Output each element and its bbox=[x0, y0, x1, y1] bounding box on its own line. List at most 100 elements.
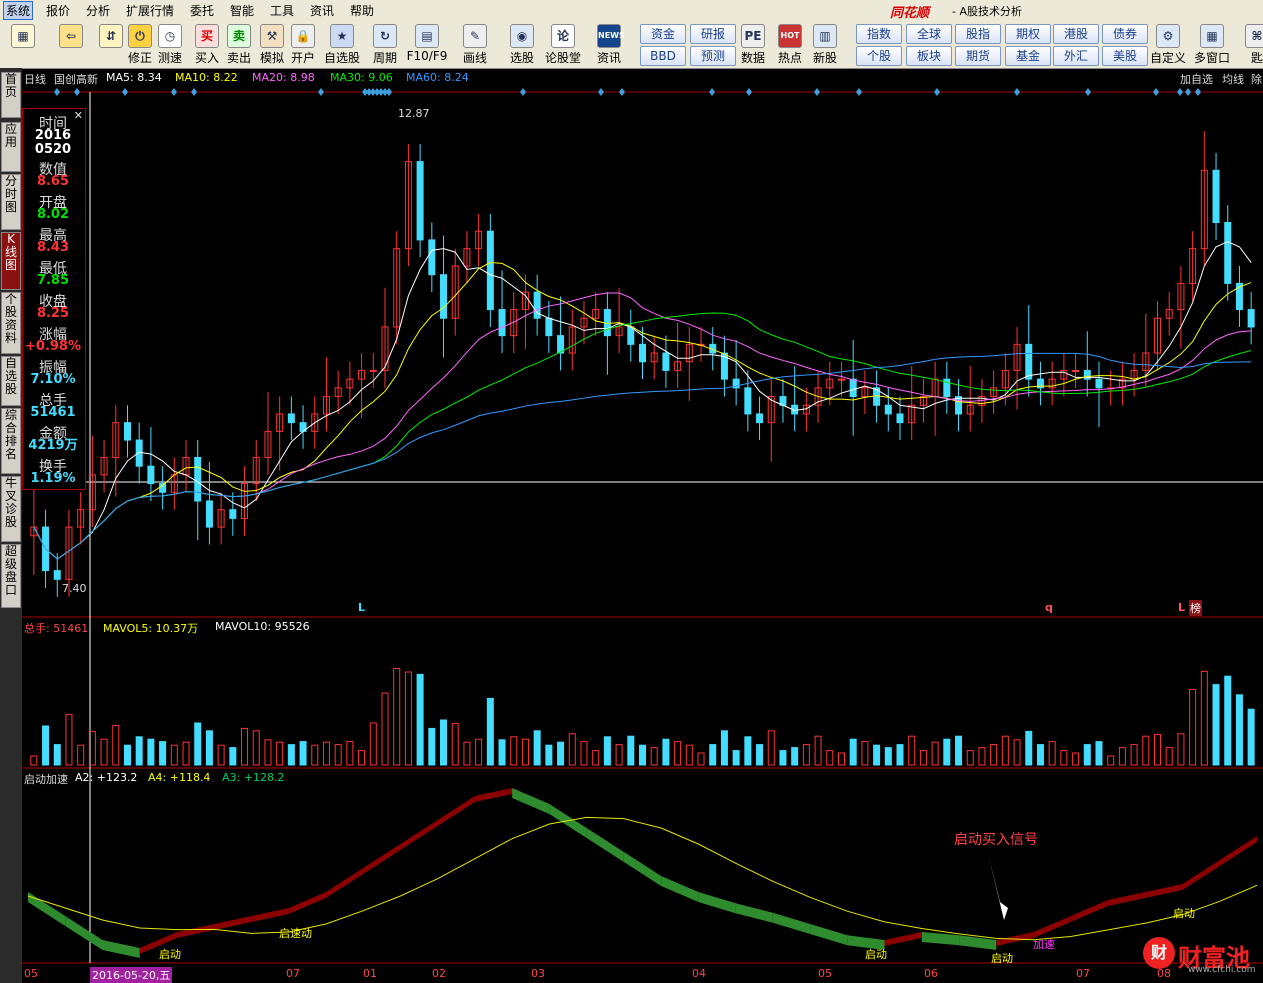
menu-quote[interactable]: 报价 bbox=[46, 2, 70, 19]
clock-icon: ◷ bbox=[158, 24, 182, 48]
candle-body bbox=[416, 161, 424, 241]
market-button-外汇[interactable]: 外汇 bbox=[1053, 46, 1099, 66]
side-tab-0[interactable]: 首页 bbox=[1, 72, 21, 118]
clock-tool-button[interactable]: ◷ 测速 bbox=[155, 22, 185, 66]
candle-body bbox=[837, 378, 845, 381]
side-tab-7[interactable]: 牛叉诊股 bbox=[1, 476, 21, 542]
menu-trade[interactable]: 委托 bbox=[190, 2, 214, 19]
signal-diamond-icon bbox=[1153, 88, 1159, 96]
average-line-button[interactable]: 均线 bbox=[1222, 71, 1244, 87]
menu-help[interactable]: 帮助 bbox=[350, 2, 374, 19]
indicator-signal-line bbox=[27, 816, 1258, 941]
market-button-板块[interactable]: 板块 bbox=[906, 46, 952, 66]
volume-bar bbox=[65, 714, 73, 766]
volume-bar bbox=[814, 735, 822, 766]
menu-analysis[interactable]: 分析 bbox=[86, 2, 110, 19]
candle-body bbox=[135, 439, 143, 467]
hot-tool-button[interactable]: HOT 热点 bbox=[775, 22, 805, 66]
menu-extended-market[interactable]: 扩展行情 bbox=[126, 2, 174, 19]
f10-tool-button[interactable]: ▤ F10/F9 bbox=[407, 22, 447, 66]
candle-body bbox=[147, 465, 155, 485]
side-tab-6[interactable]: 综合排名 bbox=[1, 408, 21, 474]
candle-body bbox=[1224, 222, 1232, 284]
side-tab-5[interactable]: 自选股 bbox=[1, 356, 21, 406]
candle-body bbox=[1072, 369, 1080, 372]
volume-bar bbox=[229, 747, 237, 766]
forum-tool-button[interactable]: 论论股堂 bbox=[545, 22, 581, 66]
menu-system[interactable]: 系统 bbox=[3, 1, 34, 20]
volume-bar bbox=[159, 741, 167, 766]
signal-diamond-icon bbox=[191, 88, 197, 96]
market-button-期货[interactable]: 期货 bbox=[955, 46, 1001, 66]
volume-bar bbox=[966, 750, 974, 766]
market-button-全球[interactable]: 全球 bbox=[906, 24, 952, 44]
tool-label: 自选股 bbox=[323, 51, 360, 65]
volume-bar bbox=[416, 673, 424, 766]
lock-tool-button[interactable]: 🔒 开户 bbox=[288, 22, 318, 66]
menu-tools[interactable]: 工具 bbox=[270, 2, 294, 19]
market-button-债券[interactable]: 债券 bbox=[1102, 24, 1148, 44]
market-button-美股[interactable]: 美股 bbox=[1102, 46, 1148, 66]
market-button-港股[interactable]: 港股 bbox=[1053, 24, 1099, 44]
candle-body bbox=[744, 387, 752, 415]
select-tool-button[interactable]: ◉ 选股 bbox=[507, 22, 537, 66]
volume-bar bbox=[346, 741, 354, 766]
signal-diamond-icon bbox=[171, 88, 177, 96]
menu-news[interactable]: 资讯 bbox=[310, 2, 334, 19]
indicator-band bbox=[437, 796, 475, 826]
hammer-icon: ⚒ bbox=[260, 24, 284, 48]
indicator-band bbox=[474, 788, 513, 802]
market-button-基金[interactable]: 基金 bbox=[1005, 46, 1051, 66]
grid-tool-button[interactable]: ▦ bbox=[8, 22, 38, 66]
menu-smart[interactable]: 智能 bbox=[230, 2, 254, 19]
multiwindow-tool-button[interactable]: ▦ 多窗口 bbox=[1194, 22, 1230, 66]
side-tab-8[interactable]: 超级盘口 bbox=[1, 544, 21, 608]
fund-button[interactable]: 资金 bbox=[640, 24, 686, 44]
newstock-tool-button[interactable]: ▥ 新股 bbox=[810, 22, 840, 66]
market-button-个股[interactable]: 个股 bbox=[856, 46, 902, 66]
volume-bar bbox=[1177, 733, 1185, 766]
pe-tool-button[interactable]: PE 数据 bbox=[738, 22, 768, 66]
side-tab-2[interactable]: 分时图 bbox=[1, 174, 21, 230]
kline-chart-area[interactable] bbox=[22, 68, 1263, 983]
menu-bar: 系统 报价 分析 扩展行情 委托 智能 工具 资讯 帮助 同花顺 - A股技术分… bbox=[0, 0, 1263, 21]
signal-diamond-icon bbox=[54, 88, 60, 96]
exclude-rights-button[interactable]: 除 bbox=[1251, 71, 1262, 87]
volume-bar bbox=[1247, 708, 1255, 766]
market-button-期权[interactable]: 期权 bbox=[1005, 24, 1051, 44]
volume-bar bbox=[100, 738, 108, 766]
indicator-name[interactable]: 启动加速 bbox=[24, 771, 68, 787]
back-arrow-tool-button[interactable]: ⇦ bbox=[56, 22, 86, 66]
forecast-button[interactable]: 预测 bbox=[690, 46, 736, 66]
mavol5-value: MAVOL5: 10.37万 bbox=[103, 622, 199, 635]
add-watchlist-button[interactable]: 加自选 bbox=[1180, 71, 1213, 87]
market-button-股指[interactable]: 股指 bbox=[955, 24, 1001, 44]
side-tab-4[interactable]: 个股资料 bbox=[1, 292, 21, 354]
up-down-icon: ⇵ bbox=[99, 24, 123, 48]
star-tool-button[interactable]: ★ 自选股 bbox=[324, 22, 360, 66]
side-tab-3[interactable]: K线图 bbox=[1, 232, 21, 290]
ranking-badge[interactable]: 榜 bbox=[1189, 600, 1202, 616]
news-tool-button[interactable]: NEWS 资讯 bbox=[594, 22, 625, 66]
cycle-tool-button[interactable]: ↻ 周期 bbox=[370, 22, 400, 66]
indicator-band bbox=[735, 903, 773, 923]
market-button-指数[interactable]: 指数 bbox=[856, 24, 902, 44]
indicator-band bbox=[28, 892, 66, 926]
newstock-icon: ▥ bbox=[813, 24, 837, 48]
indicator-band bbox=[363, 844, 401, 874]
key-tool-button[interactable]: ⌘ 匙 bbox=[1242, 22, 1263, 66]
volume-bar bbox=[510, 736, 518, 766]
tool-label: 画线 bbox=[462, 51, 487, 65]
volume-bar bbox=[896, 744, 904, 766]
volume-bar bbox=[627, 735, 635, 766]
custom-tool-button[interactable]: ⚙ 自定义 bbox=[1150, 22, 1186, 66]
indicator-band bbox=[1182, 860, 1220, 890]
period-label[interactable]: 日线 bbox=[24, 71, 46, 87]
research-button[interactable]: 研报 bbox=[690, 24, 736, 44]
volume-bar bbox=[182, 741, 190, 766]
bbd-button[interactable]: BBD bbox=[640, 46, 686, 66]
volume-bar bbox=[639, 744, 646, 766]
side-tab-1[interactable]: 应用 bbox=[1, 122, 21, 172]
pen-tool-button[interactable]: ✎ 画线 bbox=[460, 22, 490, 66]
volume-bar bbox=[650, 747, 658, 766]
